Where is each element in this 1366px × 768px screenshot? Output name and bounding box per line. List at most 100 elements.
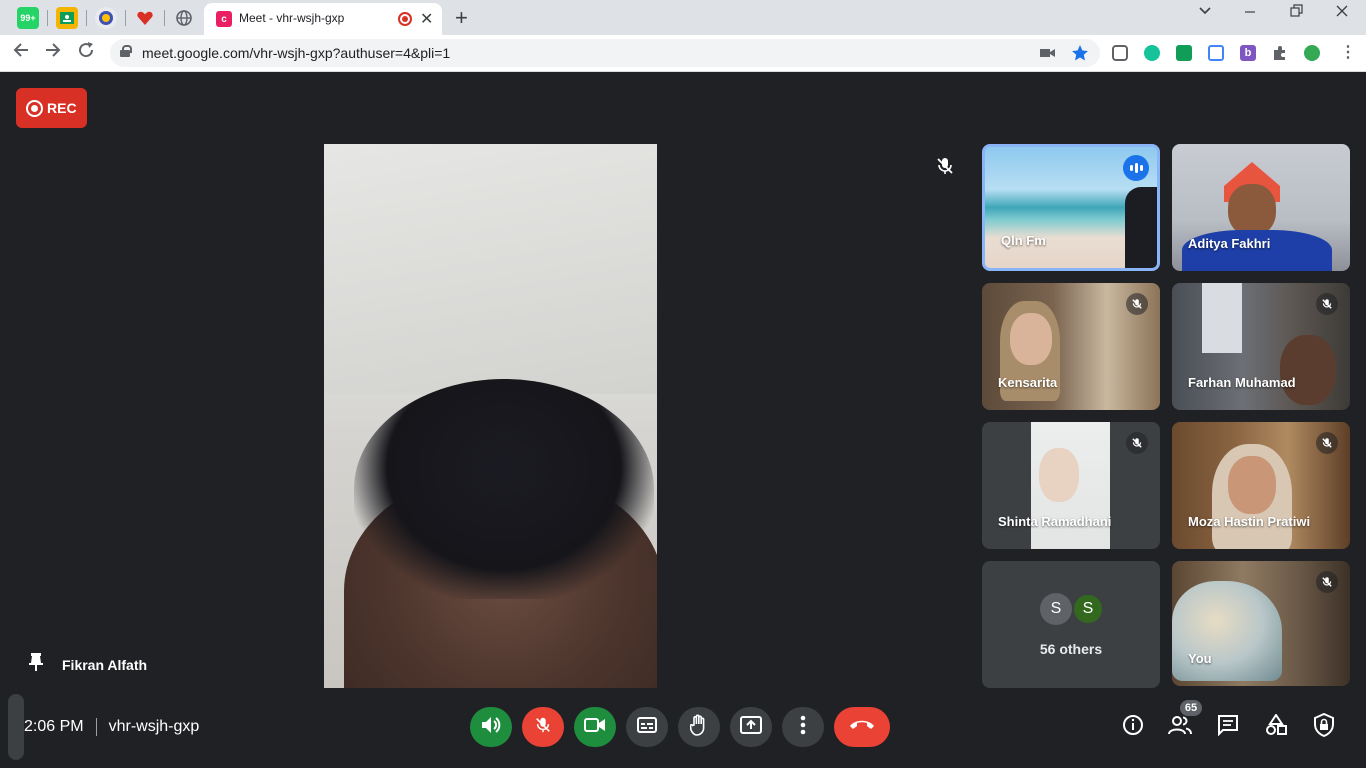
side-panel-handle[interactable]: [8, 694, 24, 760]
heart-icon[interactable]: [134, 7, 156, 29]
video-background: [324, 144, 657, 394]
muted-mic-icon: [1126, 432, 1148, 454]
profile-avatar-icon[interactable]: [1304, 45, 1320, 61]
others-tile[interactable]: S S 56 others: [982, 561, 1160, 688]
present-screen-button[interactable]: [730, 707, 772, 747]
tile-person: [1280, 335, 1336, 405]
shield-lock-icon: [1313, 712, 1335, 742]
avatar-letter: S: [1082, 600, 1094, 617]
tab-separator: [86, 10, 87, 26]
meet-stage: REC Fikran Alfath Qln Fm Aditya Fakhri K…: [0, 72, 1366, 688]
grammarly-icon[interactable]: [1144, 45, 1160, 61]
camera-in-use-icon[interactable]: [1040, 46, 1056, 65]
chat-button[interactable]: [1215, 714, 1241, 740]
participant-name: Shinta Ramadhani: [998, 514, 1112, 529]
tile-window: [1202, 283, 1242, 353]
participant-tile[interactable]: Qln Fm: [982, 144, 1160, 271]
address-bar[interactable]: meet.google.com/vhr-wsjh-gxp?authuser=4&…: [110, 39, 1100, 67]
tile-person: [1228, 456, 1276, 514]
meeting-details-button[interactable]: [1120, 714, 1146, 740]
back-arrow-icon[interactable]: [12, 41, 30, 65]
participant-tile[interactable]: Farhan Muhamad: [1172, 283, 1350, 410]
activities-button[interactable]: [1263, 712, 1289, 741]
participant-name: Moza Hastin Pratiwi: [1188, 514, 1311, 529]
participant-tile[interactable]: Moza Hastin Pratiwi: [1172, 422, 1350, 549]
participant-tile[interactable]: Aditya Fakhri: [1172, 144, 1350, 271]
speaking-indicator-icon: [1123, 155, 1149, 181]
globe-icon[interactable]: [173, 7, 195, 29]
leave-call-button[interactable]: [834, 707, 890, 747]
tab-separator: [164, 10, 165, 26]
new-tab-button[interactable]: +: [455, 5, 468, 31]
forward-arrow-icon[interactable]: [44, 41, 62, 65]
more-vert-icon: [800, 715, 806, 740]
pinned-name: Fikran Alfath: [62, 656, 148, 673]
grid-extension-icon[interactable]: [1208, 45, 1224, 61]
meeting-time: 2:06 PM: [24, 718, 84, 735]
tile-hijab: [1172, 581, 1282, 681]
meet-favicon-icon: c: [216, 11, 232, 27]
mic-off-icon: [534, 715, 552, 740]
browser-menu-icon[interactable]: ⋮: [1340, 42, 1356, 61]
video-hair: [354, 379, 654, 599]
participant-tile[interactable]: Kensarita: [982, 283, 1160, 410]
meeting-code: vhr-wsjh-gxp: [108, 718, 200, 735]
video-camera-icon: [584, 717, 606, 738]
muted-mic-icon: [1316, 571, 1338, 593]
self-view-tile[interactable]: You: [1172, 561, 1350, 686]
restore-window-icon[interactable]: [1290, 4, 1303, 23]
whatsapp-icon[interactable]: 99+: [17, 7, 39, 29]
participant-name: Farhan Muhamad: [1188, 375, 1296, 390]
extension-screen-icon[interactable]: [1112, 45, 1128, 61]
lock-icon: [120, 45, 132, 57]
reload-icon[interactable]: [77, 41, 95, 65]
hang-up-icon: [849, 718, 875, 736]
raise-hand-button[interactable]: [678, 707, 720, 747]
muted-mic-icon: [1316, 293, 1338, 315]
host-controls-button[interactable]: [1311, 712, 1337, 742]
tab-separator: [47, 10, 48, 26]
meeting-details: 2:06 PM vhr-wsjh-gxp: [24, 718, 199, 736]
main-muted-mic-icon: [935, 156, 955, 181]
others-count-label: 56 others: [1039, 641, 1103, 657]
tab-search-icon[interactable]: [1198, 4, 1212, 23]
avatar: S: [1040, 593, 1072, 625]
rec-label: REC: [47, 100, 77, 116]
participant-name: Aditya Fakhri: [1188, 236, 1271, 251]
people-icon: [1168, 715, 1192, 740]
activities-icon: [1265, 712, 1287, 741]
muted-mic-icon: [1316, 432, 1338, 454]
camera-toggle-button[interactable]: [574, 707, 616, 747]
people-button[interactable]: [1167, 714, 1193, 740]
recording-badge: REC: [16, 88, 87, 128]
participant-name: You: [1188, 651, 1212, 666]
speaker-button[interactable]: [470, 707, 512, 747]
classroom-icon[interactable]: [56, 7, 78, 29]
puzzle-extensions-icon[interactable]: [1272, 45, 1288, 61]
school-logo-icon[interactable]: [95, 7, 117, 29]
microphone-toggle-button[interactable]: [522, 707, 564, 747]
close-window-icon[interactable]: [1336, 4, 1348, 23]
participant-name: Kensarita: [998, 375, 1058, 390]
b-extension-icon[interactable]: b: [1240, 45, 1256, 61]
closed-captions-icon: [637, 716, 657, 738]
info-icon: [1122, 714, 1144, 741]
tile-person: [1228, 184, 1276, 236]
main-speaker-video[interactable]: [324, 144, 657, 688]
bookmark-star-icon[interactable]: [1071, 44, 1089, 67]
chat-icon: [1217, 714, 1239, 741]
captions-button[interactable]: [626, 707, 668, 747]
people-count-badge: 65: [1180, 700, 1202, 716]
more-options-button[interactable]: [782, 707, 824, 747]
pin-icon[interactable]: [28, 652, 44, 677]
tile-person: [1039, 448, 1079, 502]
divider: [95, 718, 97, 736]
sheets-extension-icon[interactable]: [1176, 45, 1192, 61]
muted-mic-icon: [1126, 293, 1148, 315]
tab-meet[interactable]: c Meet - vhr-wsjh-gxp ✕: [204, 3, 442, 35]
browser-tab-bar: 99+ c Meet - vhr-wsjh-gxp ✕ +: [0, 0, 1366, 35]
participant-tile[interactable]: Shinta Ramadhani: [982, 422, 1160, 549]
minimize-window-icon[interactable]: [1244, 4, 1256, 23]
record-icon: [26, 99, 43, 117]
close-tab-icon[interactable]: ✕: [420, 9, 433, 29]
